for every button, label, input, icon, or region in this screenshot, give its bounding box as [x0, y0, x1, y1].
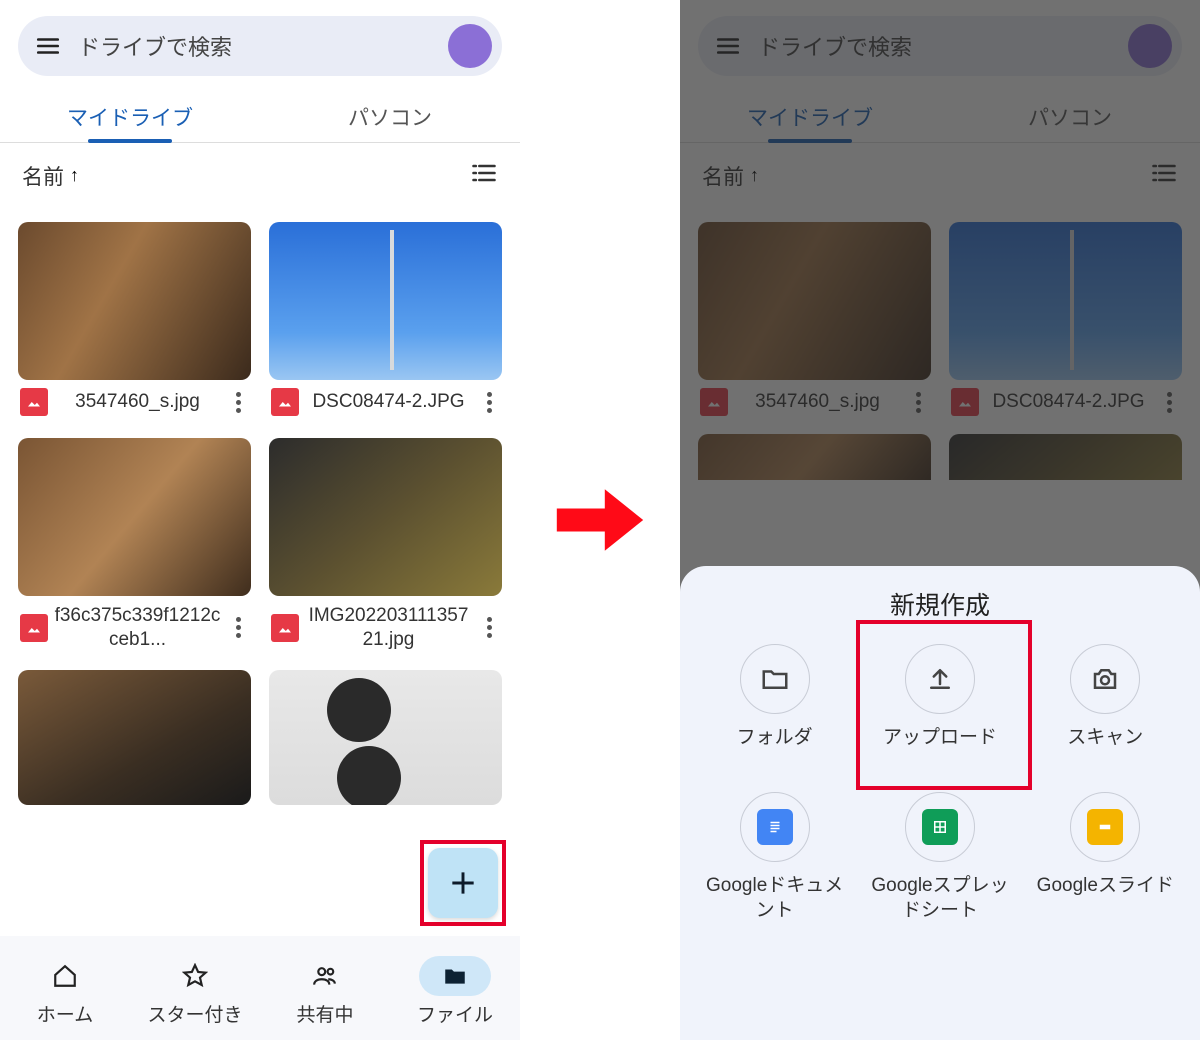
action-folder[interactable]: フォルダ — [700, 644, 850, 774]
file-name: 3547460_s.jpg — [54, 390, 221, 414]
more-icon[interactable] — [478, 617, 500, 638]
file-name: DSC08474-2.JPG — [305, 390, 472, 414]
sheets-icon — [905, 792, 975, 862]
file-grid: 3547460_s.jpg DSC08474-2.JPG f36c375c339… — [0, 194, 520, 652]
sort-row[interactable]: 名前 ↑ — [0, 143, 520, 194]
image-icon — [20, 388, 48, 416]
fab-new-button[interactable] — [428, 848, 498, 918]
sheet-title: 新規作成 — [680, 586, 1200, 622]
sort-label: 名前 — [22, 161, 64, 191]
file-name: f36c375c339f1212cceb1... — [54, 604, 221, 652]
file-name: IMG20220311135721.jpg — [305, 604, 472, 652]
avatar[interactable] — [448, 24, 492, 68]
search-placeholder: ドライブで検索 — [78, 30, 448, 62]
sort-arrow-icon: ↑ — [70, 165, 79, 186]
nav-label: 共有中 — [296, 1000, 353, 1027]
slides-icon — [1070, 792, 1140, 862]
more-icon[interactable] — [227, 392, 249, 413]
thumbnail — [269, 438, 502, 596]
nav-files[interactable]: ファイル — [390, 942, 520, 1040]
image-icon — [20, 614, 48, 642]
action-label: Googleスプレッドシート — [865, 874, 1015, 923]
file-item[interactable]: DSC08474-2.JPG — [269, 222, 502, 416]
action-slides[interactable]: Googleスライド — [1030, 792, 1180, 923]
search-bar[interactable]: ドライブで検索 — [18, 16, 502, 76]
action-label: Googleスライド — [1037, 874, 1174, 922]
action-label: Googleドキュメント — [700, 874, 850, 923]
right-screen: ドライブで検索 マイドライブ パソコン 名前 ↑ 3547460_s.jpg D… — [680, 0, 1200, 1040]
file-grid-partial — [0, 652, 520, 805]
thumbnail — [269, 222, 502, 380]
folder-icon — [740, 644, 810, 714]
action-label: フォルダ — [737, 726, 813, 774]
image-icon — [271, 614, 299, 642]
file-item[interactable]: 3547460_s.jpg — [18, 222, 251, 416]
action-docs[interactable]: Googleドキュメント — [700, 792, 850, 923]
thumbnail[interactable] — [18, 670, 251, 805]
thumbnail — [18, 438, 251, 596]
file-item[interactable]: f36c375c339f1212cceb1... — [18, 438, 251, 652]
nav-shared[interactable]: 共有中 — [260, 942, 390, 1040]
arrow-icon — [548, 0, 652, 1040]
camera-icon — [1070, 644, 1140, 714]
menu-icon[interactable] — [32, 30, 64, 62]
tabs: マイドライブ パソコン — [0, 90, 520, 143]
tab-pc[interactable]: パソコン — [260, 90, 520, 142]
upload-highlight — [856, 620, 1032, 790]
new-bottom-sheet: 新規作成 フォルダ アップロード スキャン — [680, 566, 1200, 1040]
nav-label: ホーム — [37, 1000, 93, 1027]
thumbnail — [18, 222, 251, 380]
action-sheets[interactable]: Googleスプレッドシート — [865, 792, 1015, 923]
more-icon[interactable] — [478, 392, 500, 413]
tab-mydrive[interactable]: マイドライブ — [0, 90, 260, 142]
action-scan[interactable]: スキャン — [1030, 644, 1180, 774]
left-screen: ドライブで検索 マイドライブ パソコン 名前 ↑ 3547460_s.jpg D… — [0, 0, 520, 1040]
bottom-nav: ホーム スター付き 共有中 ファイル — [0, 936, 520, 1040]
more-icon[interactable] — [227, 617, 249, 638]
nav-label: スター付き — [147, 1000, 242, 1027]
nav-label: ファイル — [417, 1000, 493, 1027]
docs-icon — [740, 792, 810, 862]
nav-home[interactable]: ホーム — [0, 942, 130, 1040]
file-item[interactable]: IMG20220311135721.jpg — [269, 438, 502, 652]
image-icon — [271, 388, 299, 416]
thumbnail[interactable] — [269, 670, 502, 805]
action-label: スキャン — [1067, 726, 1143, 774]
view-toggle-icon[interactable] — [470, 159, 498, 192]
nav-starred[interactable]: スター付き — [130, 942, 260, 1040]
